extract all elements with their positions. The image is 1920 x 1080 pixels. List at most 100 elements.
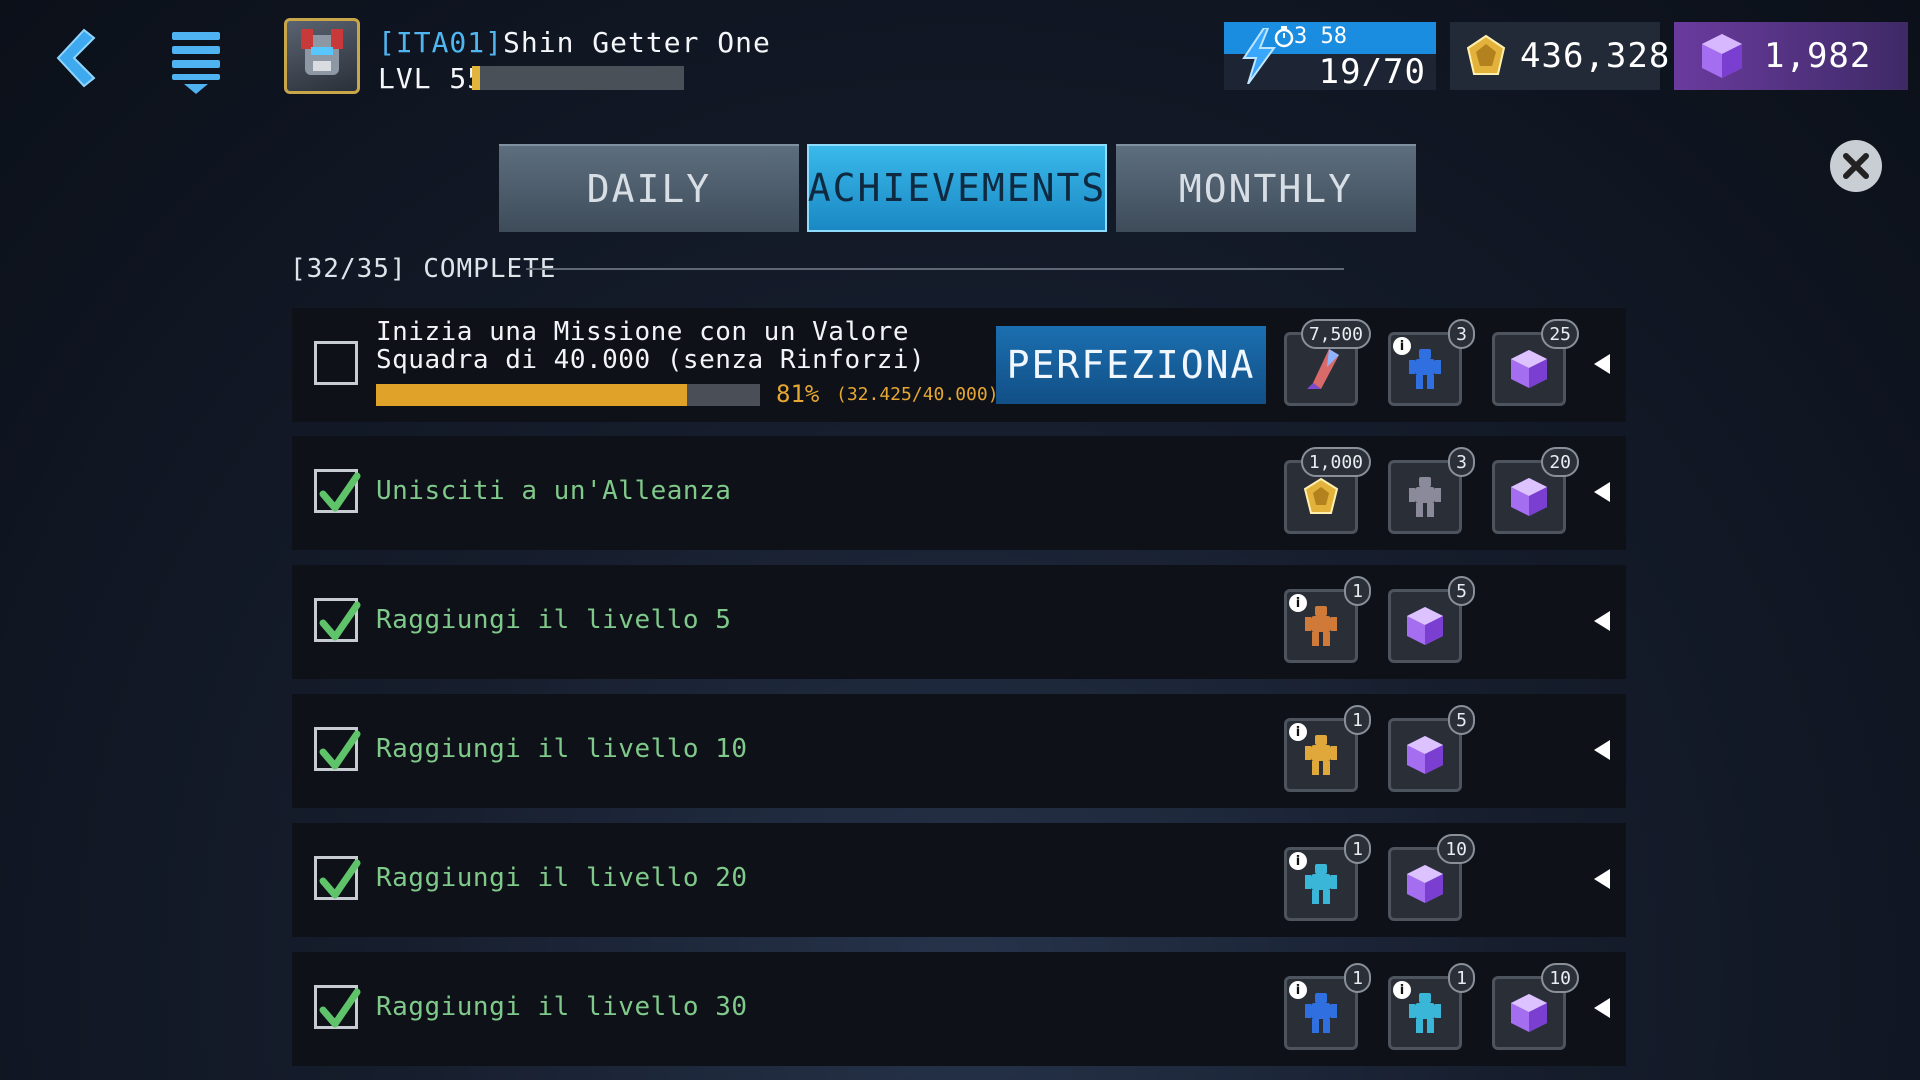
achievement-row: Unisciti a un'Alleanza 1,000 3 20 xyxy=(292,436,1626,550)
reward-item[interactable]: i1 xyxy=(1284,576,1371,663)
timer-icon xyxy=(1274,26,1294,52)
reward-count-badge: 1 xyxy=(1344,576,1371,606)
achievement-title: Inizia una Missione con un Valore Squadr… xyxy=(376,317,926,375)
reward-item[interactable]: i1 xyxy=(1388,963,1475,1050)
expand-arrow-icon[interactable] xyxy=(1592,867,1612,891)
bot-icon xyxy=(1299,991,1343,1035)
checkbox-checked[interactable] xyxy=(314,985,361,1029)
progress-bar xyxy=(376,384,760,406)
checkbox-unchecked[interactable] xyxy=(314,341,358,385)
reward-count-badge: 10 xyxy=(1437,834,1475,864)
reward-item[interactable]: i3 xyxy=(1388,319,1475,406)
energon-cube-icon xyxy=(1702,34,1742,78)
energy-timer: 3 58 xyxy=(1294,24,1347,49)
close-icon xyxy=(1843,153,1869,179)
checkbox-checked[interactable] xyxy=(314,469,361,513)
xp-bar-fill xyxy=(472,66,481,90)
reward-item[interactable]: 1,000 xyxy=(1284,447,1371,534)
reward-item[interactable]: 25 xyxy=(1492,319,1579,406)
reward-item[interactable]: 5 xyxy=(1388,705,1475,792)
close-button[interactable] xyxy=(1830,140,1882,192)
reward-item[interactable]: 5 xyxy=(1388,576,1475,663)
energy-counter[interactable]: 3 58 19/70 xyxy=(1224,22,1436,92)
reward-item[interactable]: 3 xyxy=(1388,447,1475,534)
alliance-tag: [ITA01] xyxy=(378,26,504,59)
lightning-icon xyxy=(1242,28,1276,84)
bot-icon xyxy=(1299,733,1343,777)
tab-daily[interactable]: DAILY xyxy=(499,144,799,232)
reward-item[interactable]: i1 xyxy=(1284,705,1371,792)
chevron-left-icon xyxy=(56,28,96,88)
progress-bar-fill xyxy=(376,384,688,406)
gold-icon xyxy=(1466,34,1506,75)
reward-count-badge: 7,500 xyxy=(1300,319,1371,349)
expand-arrow-icon[interactable] xyxy=(1592,738,1612,762)
energon-cube-icon xyxy=(1403,733,1447,777)
checkbox-checked[interactable] xyxy=(314,598,361,642)
gold-value: 436,328 xyxy=(1520,36,1671,76)
expand-arrow-icon[interactable] xyxy=(1592,609,1612,633)
check-icon xyxy=(319,730,361,770)
reward-count-badge: 1 xyxy=(1344,705,1371,735)
reward-item[interactable]: i1 xyxy=(1284,963,1371,1050)
reward-count-badge: 1 xyxy=(1344,963,1371,993)
bot-icon xyxy=(1403,347,1447,391)
achievement-row: Raggiungi il livello 5i15 xyxy=(292,565,1626,679)
check-icon xyxy=(319,988,361,1028)
achievement-title: Raggiungi il livello 10 xyxy=(376,734,748,764)
menu-button[interactable] xyxy=(168,28,224,96)
gold-counter[interactable]: 436,328 xyxy=(1450,22,1669,90)
info-icon[interactable]: i xyxy=(1289,594,1307,612)
gems-counter[interactable]: 1,982 xyxy=(1674,22,1908,90)
hamburger-menu-icon xyxy=(172,32,220,94)
check-icon xyxy=(319,859,361,899)
reward-item[interactable]: 10 xyxy=(1388,834,1475,921)
reward-count-badge: 10 xyxy=(1541,963,1579,993)
achievement-row: Raggiungi il livello 30 i 1 i 1 10 xyxy=(292,952,1626,1066)
bot-icon xyxy=(1403,991,1447,1035)
checkbox-checked[interactable] xyxy=(314,856,361,900)
info-icon[interactable]: i xyxy=(1289,723,1307,741)
info-icon[interactable]: i xyxy=(1393,337,1411,355)
reward-count-badge: 1,000 xyxy=(1300,447,1371,477)
info-icon[interactable]: i xyxy=(1289,852,1307,870)
reward-item[interactable]: 7,500 xyxy=(1284,319,1371,406)
bot-icon xyxy=(1299,604,1343,648)
back-button[interactable] xyxy=(44,26,100,90)
reward-count-badge: 3 xyxy=(1448,447,1475,477)
progress-percent: 81% xyxy=(776,380,820,408)
check-icon xyxy=(319,472,361,512)
reward-count-badge: 25 xyxy=(1541,319,1579,349)
reward-item[interactable]: 10 xyxy=(1492,963,1579,1050)
gems-value: 1,982 xyxy=(1764,36,1872,76)
info-icon[interactable]: i xyxy=(1393,981,1411,999)
expand-arrow-icon[interactable] xyxy=(1592,352,1612,376)
expand-arrow-icon[interactable] xyxy=(1592,480,1612,504)
tab-achievements[interactable]: ACHIEVEMENTS xyxy=(807,144,1107,232)
perfeziona-button[interactable]: PERFEZIONA xyxy=(996,326,1266,404)
energon-cube-icon xyxy=(1507,991,1551,1035)
tab-monthly[interactable]: MONTHLY xyxy=(1116,144,1416,232)
reward-item[interactable]: i1 xyxy=(1284,834,1371,921)
bot-icon xyxy=(1403,475,1447,519)
player-avatar[interactable] xyxy=(284,18,360,94)
reward-count-badge: 5 xyxy=(1448,705,1475,735)
achievement-title: Raggiungi il livello 30 xyxy=(376,992,748,1022)
checkbox-checked[interactable] xyxy=(314,727,361,771)
player-name: [ITA01]Shin Getter One xyxy=(378,26,771,59)
xp-bar xyxy=(472,66,684,90)
divider xyxy=(526,268,1344,270)
reward-count-badge: 5 xyxy=(1448,576,1475,606)
completion-summary: [32/35] COMPLETE xyxy=(290,254,557,284)
achievement-title: Unisciti a un'Alleanza xyxy=(376,476,732,506)
check-icon xyxy=(319,601,361,641)
info-icon[interactable]: i xyxy=(1289,981,1307,999)
energon-cube-icon xyxy=(1507,475,1551,519)
gold-icon xyxy=(1299,475,1343,519)
robot-head-icon xyxy=(301,29,343,75)
achievement-title: Raggiungi il livello 20 xyxy=(376,863,748,893)
expand-arrow-icon[interactable] xyxy=(1592,996,1612,1020)
shard-icon xyxy=(1299,347,1343,391)
reward-item[interactable]: 20 xyxy=(1492,447,1579,534)
energon-cube-icon xyxy=(1507,347,1551,391)
